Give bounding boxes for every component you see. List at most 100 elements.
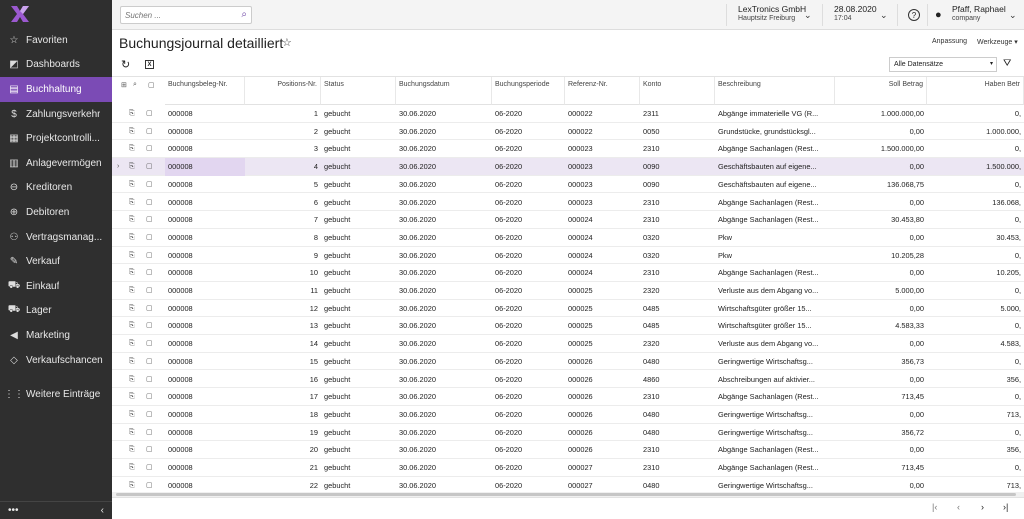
- table-cell[interactable]: 20: [245, 441, 321, 459]
- table-cell[interactable]: 713,45: [835, 388, 927, 406]
- table-cell[interactable]: 30.06.2020: [396, 158, 492, 176]
- table-cell[interactable]: Geringwertige Wirtschaftsg...: [715, 353, 835, 371]
- company-selector[interactable]: LexTronics GmbH Hauptsitz Freiburg: [738, 4, 806, 24]
- document-icon[interactable]: ▢: [143, 441, 156, 459]
- table-cell[interactable]: 0,00: [835, 123, 927, 141]
- table-cell[interactable]: 000008: [165, 388, 245, 406]
- chevron-down-icon[interactable]: ⌄: [1009, 10, 1017, 21]
- table-row[interactable]: ⎘ ▢ 000008 7 gebucht 30.06.2020 06-2020 000024 2…: [112, 211, 1024, 229]
- table-row[interactable]: ⎘ ▢ 000008 12 gebucht 30.06.2020 06-2020 000025…: [112, 300, 1024, 318]
- column-header[interactable]: Positions-Nr.: [245, 77, 321, 105]
- table-cell[interactable]: 30.06.2020: [396, 371, 492, 389]
- table-cell[interactable]: gebucht: [321, 477, 396, 492]
- table-cell[interactable]: 13: [245, 317, 321, 335]
- table-cell[interactable]: 1: [245, 105, 321, 123]
- document-icon[interactable]: ▢: [143, 335, 156, 353]
- table-cell[interactable]: 06-2020: [492, 247, 565, 265]
- table-cell[interactable]: 06-2020: [492, 459, 565, 477]
- table-cell[interactable]: 06-2020: [492, 123, 565, 141]
- table-cell[interactable]: gebucht: [321, 158, 396, 176]
- table-cell[interactable]: 0,: [927, 105, 1024, 123]
- table-cell[interactable]: 06-2020: [492, 317, 565, 335]
- table-cell[interactable]: gebucht: [321, 371, 396, 389]
- table-cell[interactable]: 1.500.000,00: [835, 140, 927, 158]
- column-header[interactable]: Beschreibung: [715, 77, 835, 105]
- table-cell[interactable]: Abgänge Sachanlagen (Rest...: [715, 459, 835, 477]
- table-cell[interactable]: 000025: [565, 335, 640, 353]
- table-cell[interactable]: 0320: [640, 247, 715, 265]
- table-cell[interactable]: 30.06.2020: [396, 441, 492, 459]
- table-cell[interactable]: 000008: [165, 353, 245, 371]
- table-cell[interactable]: 0485: [640, 317, 715, 335]
- sidebar-item-7[interactable]: ⊕ Debitoren: [0, 200, 112, 225]
- table-cell[interactable]: Geringwertige Wirtschaftsg...: [715, 406, 835, 424]
- table-cell[interactable]: 0,: [927, 424, 1024, 442]
- sidebar-item-9[interactable]: ✎ Verkauf: [0, 249, 112, 274]
- table-cell[interactable]: 30.06.2020: [396, 247, 492, 265]
- table-row[interactable]: ⎘ ▢ 000008 2 gebucht 30.06.2020 06-2020 000022 0…: [112, 123, 1024, 141]
- table-cell[interactable]: 30.06.2020: [396, 406, 492, 424]
- document-icon[interactable]: ▢: [143, 424, 156, 442]
- search-input[interactable]: [125, 10, 235, 20]
- table-cell[interactable]: 000024: [565, 229, 640, 247]
- table-cell[interactable]: 713,45: [835, 459, 927, 477]
- attachment-icon[interactable]: ⎘: [126, 424, 138, 442]
- table-cell[interactable]: 2320: [640, 282, 715, 300]
- table-cell[interactable]: 000025: [565, 317, 640, 335]
- table-row[interactable]: ⎘ ▢ 000008 22 gebucht 30.06.2020 06-2020 000027…: [112, 477, 1024, 492]
- table-cell[interactable]: 06-2020: [492, 176, 565, 194]
- attachment-icon[interactable]: ⎘: [126, 105, 138, 123]
- table-cell[interactable]: 06-2020: [492, 477, 565, 492]
- table-cell[interactable]: 0,: [927, 176, 1024, 194]
- column-header[interactable]: Buchungsperiode: [492, 77, 565, 105]
- table-cell[interactable]: 356,: [927, 441, 1024, 459]
- table-cell[interactable]: Geschäftsbauten auf eigene...: [715, 176, 835, 194]
- table-cell[interactable]: 6: [245, 194, 321, 212]
- table-row[interactable]: ⎘ ▢ 000008 18 gebucht 30.06.2020 06-2020 000026…: [112, 406, 1024, 424]
- table-cell[interactable]: 30.06.2020: [396, 477, 492, 492]
- table-cell[interactable]: 000008: [165, 477, 245, 492]
- table-cell[interactable]: 0090: [640, 176, 715, 194]
- column-header[interactable]: Buchungsdatum: [396, 77, 492, 105]
- table-cell[interactable]: 0,: [927, 211, 1024, 229]
- table-row[interactable]: ⎘ ▢ 000008 21 gebucht 30.06.2020 06-2020 000027…: [112, 459, 1024, 477]
- table-cell[interactable]: 000024: [565, 211, 640, 229]
- table-row[interactable]: ⎘ ▢ 000008 5 gebucht 30.06.2020 06-2020 000023 0…: [112, 176, 1024, 194]
- table-cell[interactable]: Pkw: [715, 247, 835, 265]
- table-cell[interactable]: Abgänge Sachanlagen (Rest...: [715, 264, 835, 282]
- table-cell[interactable]: 30.06.2020: [396, 140, 492, 158]
- more-dots-icon[interactable]: •••: [8, 505, 19, 516]
- table-cell[interactable]: 0485: [640, 300, 715, 318]
- table-cell[interactable]: 06-2020: [492, 229, 565, 247]
- table-cell[interactable]: 000026: [565, 406, 640, 424]
- table-cell[interactable]: 000022: [565, 105, 640, 123]
- table-cell[interactable]: 30.06.2020: [396, 388, 492, 406]
- attachment-icon[interactable]: ⎘: [126, 140, 138, 158]
- table-cell[interactable]: 713,: [927, 406, 1024, 424]
- table-cell[interactable]: 1.000.000,00: [835, 105, 927, 123]
- table-cell[interactable]: Grundstücke, grundstücksgl...: [715, 123, 835, 141]
- attachment-icon[interactable]: ⎘: [126, 371, 138, 389]
- sidebar-item-8[interactable]: ⚇ Vertragsmanag...: [0, 225, 112, 250]
- table-cell[interactable]: 000008: [165, 123, 245, 141]
- table-cell[interactable]: gebucht: [321, 424, 396, 442]
- table-cell[interactable]: gebucht: [321, 353, 396, 371]
- table-cell[interactable]: 06-2020: [492, 441, 565, 459]
- table-cell[interactable]: 000027: [565, 459, 640, 477]
- grid-config-icon[interactable]: ⊞: [118, 77, 130, 105]
- table-cell[interactable]: 06-2020: [492, 158, 565, 176]
- table-cell[interactable]: 000008: [165, 424, 245, 442]
- table-cell[interactable]: 356,: [927, 371, 1024, 389]
- table-cell[interactable]: 000008: [165, 158, 245, 176]
- table-row[interactable]: ⎘ ▢ 000008 14 gebucht 30.06.2020 06-2020 000025…: [112, 335, 1024, 353]
- table-cell[interactable]: 2310: [640, 459, 715, 477]
- table-cell[interactable]: 18: [245, 406, 321, 424]
- table-cell[interactable]: 0,: [927, 317, 1024, 335]
- sidebar-item-more[interactable]: ⋮⋮ Weitere Einträge: [0, 382, 112, 407]
- table-cell[interactable]: 06-2020: [492, 105, 565, 123]
- attachment-icon[interactable]: ⎘: [126, 300, 138, 318]
- document-icon[interactable]: ▢: [143, 459, 156, 477]
- table-cell[interactable]: 0480: [640, 406, 715, 424]
- table-row[interactable]: ⎘ ▢ 000008 16 gebucht 30.06.2020 06-2020 000026…: [112, 371, 1024, 389]
- favorite-star-icon[interactable]: ☆: [282, 36, 292, 49]
